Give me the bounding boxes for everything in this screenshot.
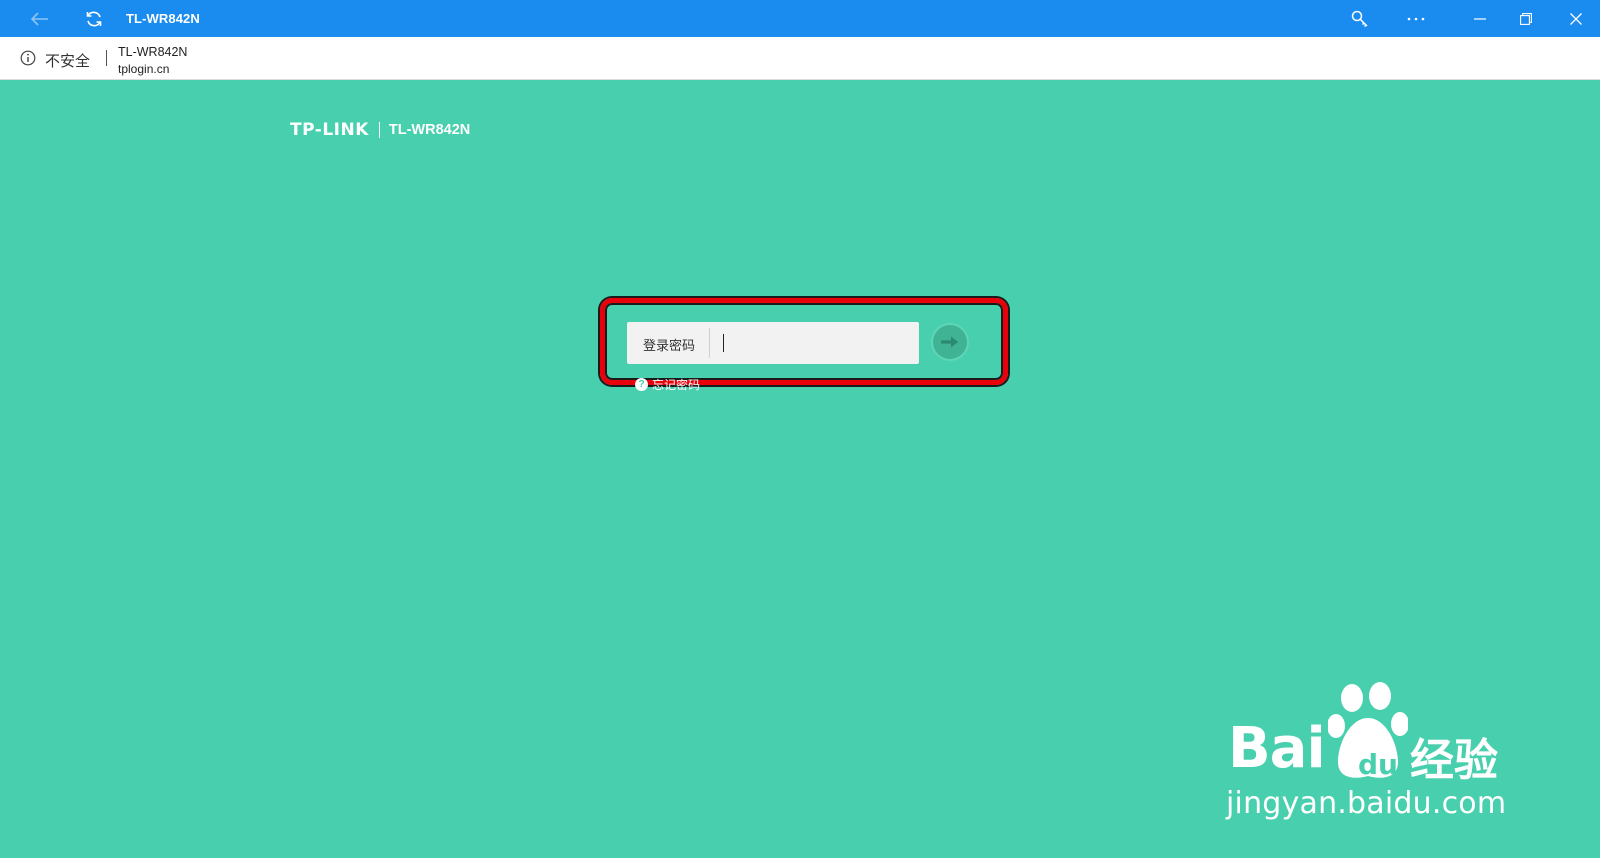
password-field-container: 登录密码: [627, 322, 919, 364]
field-divider: [709, 328, 710, 358]
address-separator: [106, 50, 107, 66]
refresh-button[interactable]: [76, 0, 112, 37]
back-arrow-icon: [31, 11, 48, 26]
password-key-button[interactable]: [1340, 0, 1380, 37]
restore-button[interactable]: [1506, 0, 1546, 37]
window-title: TL-WR842N: [126, 11, 200, 26]
key-icon: [1351, 10, 1368, 27]
arrow-right-icon: [941, 336, 958, 348]
security-status-label[interactable]: 不安全: [45, 50, 90, 71]
page-title: TL-WR842N: [118, 45, 188, 59]
text-caret: [723, 334, 724, 352]
brand-name: TP-LINK: [290, 120, 369, 140]
password-label: 登录密码: [643, 338, 696, 353]
minimize-button[interactable]: [1460, 0, 1500, 37]
restore-icon: [1520, 12, 1532, 25]
address-bar[interactable]: 不安全 TL-WR842N tplogin.cn: [0, 37, 1600, 80]
forgot-password-link[interactable]: ? 忘记密码: [635, 376, 700, 393]
more-options-button[interactable]: [1396, 0, 1436, 37]
close-button[interactable]: [1556, 0, 1596, 37]
more-dots-icon: [1407, 17, 1425, 20]
watermark-bai: Bai: [1228, 716, 1326, 781]
forgot-password-label: 忘记密码: [652, 378, 701, 392]
watermark-url: jingyan.baidu.com: [1226, 786, 1507, 821]
refresh-icon: [86, 11, 102, 26]
login-submit-button[interactable]: [931, 323, 969, 361]
router-model: TL-WR842N: [388, 122, 471, 138]
watermark-jingyan: 经验: [1410, 735, 1498, 786]
question-icon: ?: [635, 378, 648, 391]
tp-link-logo: TP-LINK TL-WR842N: [290, 120, 470, 140]
close-icon: [1570, 12, 1582, 25]
browser-titlebar: TL-WR842N: [0, 0, 1600, 37]
password-input[interactable]: [713, 326, 913, 360]
minimize-icon: [1474, 17, 1486, 20]
watermark-du: du: [1358, 748, 1398, 781]
baidu-jingyan-watermark: Bai du 经验 jingyan.baidu.com: [1226, 682, 1528, 832]
page-url[interactable]: tplogin.cn: [118, 62, 169, 76]
back-button[interactable]: [20, 0, 60, 37]
router-login-page: TP-LINK TL-WR842N 登录密码 ? 忘记密码 Bai du 经验 …: [0, 80, 1600, 858]
info-icon[interactable]: [20, 50, 36, 66]
logo-separator: [378, 122, 380, 138]
